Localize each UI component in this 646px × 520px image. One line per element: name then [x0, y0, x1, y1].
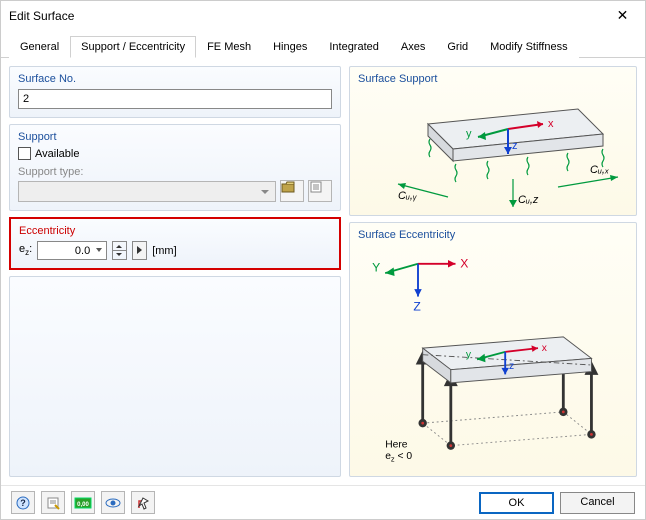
- edit-button[interactable]: [41, 491, 65, 514]
- tab-support-eccentricity[interactable]: Support / Eccentricity: [70, 36, 196, 58]
- support-type-row: [18, 180, 332, 202]
- surface-support-diagram-title: Surface Support: [358, 73, 628, 85]
- svg-text:Cᵤ,ᵧ: Cᵤ,ᵧ: [398, 190, 417, 202]
- tab-grid[interactable]: Grid: [436, 36, 479, 58]
- svg-text:y: y: [466, 128, 472, 140]
- surface-support-svg: x y z: [356, 89, 630, 209]
- group-eccentricity: Eccentricity ez: [mm]: [11, 219, 339, 268]
- eccentricity-input[interactable]: [37, 241, 107, 260]
- support-type-library-button[interactable]: [280, 180, 304, 202]
- left-filler-panel: [9, 276, 341, 477]
- svg-text:Here: Here: [385, 440, 408, 451]
- tab-general[interactable]: General: [9, 36, 70, 58]
- right-column: Surface Support x y: [349, 66, 637, 477]
- svg-text:Y: Y: [372, 260, 380, 274]
- svg-text:?: ?: [20, 498, 26, 508]
- tab-strip: General Support / Eccentricity FE Mesh H…: [1, 31, 645, 58]
- dialog-footer: ? 0,00 OK Cancel: [1, 485, 645, 519]
- group-support: Support Available Support type:: [9, 124, 341, 211]
- surface-no-input[interactable]: [18, 89, 332, 109]
- support-type-new-button[interactable]: [308, 180, 332, 202]
- cancel-button[interactable]: Cancel: [560, 492, 635, 514]
- diagram-surface-eccentricity: Surface Eccentricity X Y Z: [349, 222, 637, 477]
- svg-text:x: x: [542, 343, 548, 354]
- units-button[interactable]: 0,00: [71, 491, 95, 514]
- surface-no-title: Surface No.: [18, 73, 332, 85]
- support-available-checkbox[interactable]: [18, 147, 31, 160]
- svg-text:y: y: [466, 350, 472, 361]
- left-column: Surface No. Support Available Support ty…: [9, 66, 341, 477]
- svg-text:z: z: [509, 361, 514, 372]
- window-title: Edit Surface: [9, 9, 74, 23]
- svg-text:Cᵤ,z: Cᵤ,z: [518, 194, 539, 206]
- edit-surface-dialog: Edit Surface ✕ General Support / Eccentr…: [0, 0, 646, 520]
- eccentricity-highlight: Eccentricity ez: [mm]: [9, 217, 341, 270]
- ok-button[interactable]: OK: [479, 492, 554, 514]
- support-available-label: Available: [35, 148, 79, 160]
- svg-text:x: x: [548, 118, 554, 130]
- svg-text:z: z: [512, 140, 518, 152]
- tab-modify-stiffness[interactable]: Modify Stiffness: [479, 36, 578, 58]
- pick-button[interactable]: [131, 491, 155, 514]
- support-type-combo[interactable]: [18, 181, 276, 202]
- svg-text:ez < 0: ez < 0: [385, 451, 412, 464]
- close-button[interactable]: ✕: [600, 1, 645, 31]
- support-title: Support: [18, 131, 332, 143]
- eccentricity-spinner[interactable]: [112, 241, 127, 260]
- tab-axes[interactable]: Axes: [390, 36, 436, 58]
- eccentricity-label: ez:: [19, 243, 32, 257]
- eccentricity-unit: [mm]: [152, 245, 176, 257]
- svg-text:X: X: [460, 257, 468, 271]
- svg-text:Z: Z: [413, 300, 421, 314]
- support-type-label: Support type:: [18, 166, 332, 178]
- dialog-content: Surface No. Support Available Support ty…: [1, 58, 645, 485]
- tab-hinges[interactable]: Hinges: [262, 36, 318, 58]
- group-surface-no: Surface No.: [9, 66, 341, 118]
- tab-fe-mesh[interactable]: FE Mesh: [196, 36, 262, 58]
- eccentricity-step-button[interactable]: [132, 241, 147, 260]
- eccentricity-row: ez: [mm]: [19, 241, 331, 260]
- titlebar: Edit Surface ✕: [1, 1, 645, 31]
- diagram-surface-support: Surface Support x y: [349, 66, 637, 216]
- svg-text:Cᵤ,ₓ: Cᵤ,ₓ: [590, 164, 609, 176]
- surface-eccentricity-diagram-title: Surface Eccentricity: [358, 229, 628, 241]
- surface-eccentricity-svg: X Y Z: [356, 245, 630, 470]
- tab-integrated[interactable]: Integrated: [318, 36, 390, 58]
- eccentricity-input-wrap: [37, 241, 107, 260]
- svg-text:0,00: 0,00: [77, 502, 89, 508]
- help-button[interactable]: ?: [11, 491, 35, 514]
- eccentricity-title: Eccentricity: [19, 225, 331, 237]
- view-button[interactable]: [101, 491, 125, 514]
- support-available-row: Available: [18, 147, 332, 160]
